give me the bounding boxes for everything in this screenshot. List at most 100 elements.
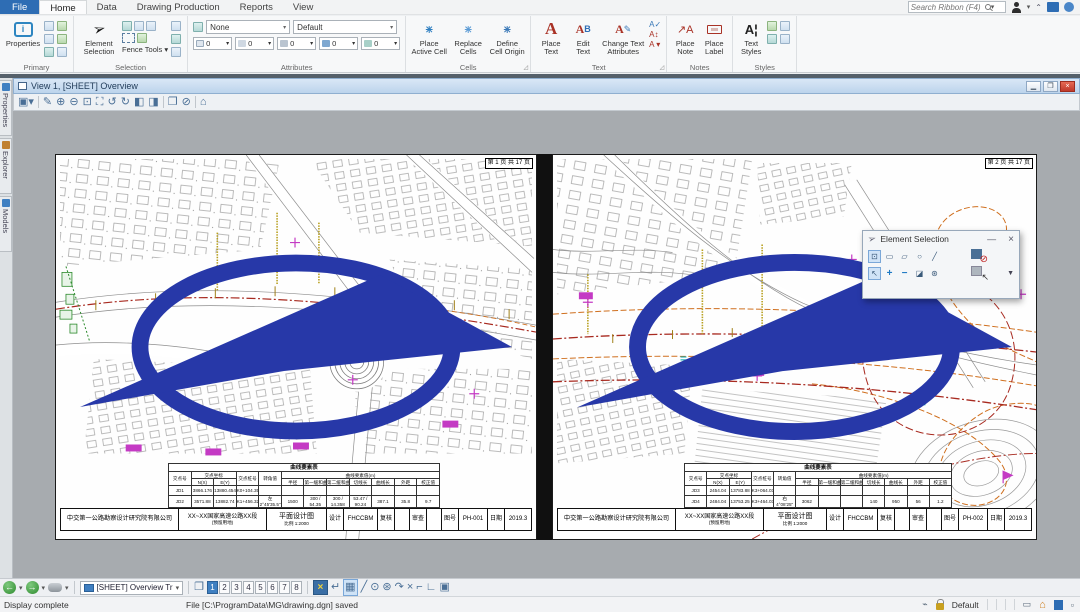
level-manager-icon[interactable] [57,47,67,57]
add-mode-icon[interactable]: + [883,267,896,280]
user-dropdown-icon[interactable]: ▾ [1027,3,1031,11]
view-adjust-icon[interactable]: ✎ [43,95,52,110]
element-template-combo[interactable]: None▾ [206,20,290,34]
references-icon[interactable] [44,47,54,57]
selection-set-icon[interactable]: ▭ [1023,599,1032,610]
lock-icon[interactable] [936,603,944,610]
paste-icon[interactable] [171,47,181,57]
snap-elbow-icon[interactable]: ↵ [331,580,340,595]
view-next-button[interactable]: → [26,581,39,594]
view-previous-icon[interactable]: ◧ [134,95,144,110]
view-title-bar[interactable]: View 1, [SHEET] Overview ▁ ❐ × [13,78,1080,94]
view-toggle-6[interactable]: 6 [267,581,278,594]
attach-tools-icon[interactable] [44,34,54,44]
place-active-cell-button[interactable]: +× Place Active Cell [411,18,447,61]
fence-status-icon[interactable]: ▫ [1071,600,1074,610]
fence-extra-icon[interactable] [137,33,147,43]
tab-drawing-production[interactable]: Drawing Production [127,0,230,14]
snap-settings-icon[interactable]: ⊛ [382,580,391,595]
active-tool-icon[interactable]: ⌁ [922,599,927,610]
dialog-expand-icon[interactable]: ▼ [1007,270,1014,277]
ribbon-search[interactable]: ▾ [908,1,1006,13]
select-line-icon[interactable]: ╱ [928,250,941,263]
place-label-button[interactable]: Place Label [701,18,727,61]
sheet-1[interactable]: 第 1 页 共 17 页 曲线要素表 交点号 交点坐标 交点桩号 转角值 曲线要… [55,154,537,540]
collapse-ribbon-icon[interactable]: ⌃ [1035,3,1042,12]
define-cell-origin-button[interactable]: +× Define Cell Origin [489,18,525,61]
tab-data[interactable]: Data [87,0,127,14]
view-toggle-4[interactable]: 4 [243,581,254,594]
copy-view-icon[interactable]: ❐ [168,95,178,110]
place-text-button[interactable]: A Place Text [536,18,566,61]
tab-reports[interactable]: Reports [230,0,283,14]
rotate-view-icon[interactable]: ↺ [108,95,117,110]
snap-origin-icon[interactable]: ▣ [440,580,450,595]
line-weight-combo[interactable]: 0▾ [277,37,316,50]
snap-tangent-icon[interactable]: ↷ [395,580,404,595]
select-shape-icon[interactable]: ▱ [898,250,911,263]
drawing-canvas[interactable]: 第 1 页 共 17 页 曲线要素表 交点号 交点坐标 交点桩号 转角值 曲线要… [13,111,1080,578]
view-toggle-8[interactable]: 8 [291,581,302,594]
dialog-close-icon[interactable]: × [1008,234,1014,245]
select-previous-icon[interactable] [146,21,156,31]
snap-intersection-icon[interactable]: × [407,580,413,595]
element-selection-dialog[interactable]: ➢ Element Selection — × ⊡ ▭ ▱ ○ ╱ [862,230,1020,299]
clip-volume-icon[interactable]: ⊘ [182,95,191,110]
color-combo[interactable]: 0▾ [193,37,232,50]
transparency-combo[interactable]: 0▾ [319,37,358,50]
line-style-combo[interactable]: 0▾ [235,37,274,50]
select-by-attributes-icon[interactable] [122,21,132,31]
replace-cells-button[interactable]: +× Replace Cells [450,18,486,61]
select-group-icon[interactable] [134,21,144,31]
priority-combo[interactable]: 0▾ [361,37,400,50]
view-close-button[interactable]: × [1060,81,1075,92]
view-previous-dropdown-icon[interactable]: ▾ [19,584,23,592]
window-area-icon[interactable]: ⊡ [83,95,92,110]
view-toggle-3[interactable]: 3 [231,581,242,594]
sidebar-tab-properties[interactable]: Properties [0,80,12,136]
tab-home[interactable]: Home [39,0,86,14]
dimension-styles-icon[interactable] [767,21,777,31]
sidebar-tab-explorer[interactable]: Explorer [0,138,12,194]
models-icon[interactable] [57,34,67,44]
explorer-icon[interactable] [57,21,67,31]
text-dialog-launcher-icon[interactable]: ◿ [660,64,665,71]
view-toggle-5[interactable]: 5 [255,581,266,594]
view-minimize-button[interactable]: ▁ [1026,81,1041,92]
text-glossary-icon[interactable]: A↕ [649,30,661,39]
sidebar-tab-models[interactable]: Models [0,196,12,252]
select-circle-icon[interactable]: ○ [913,250,926,263]
display-history-dropdown-icon[interactable]: ▾ [65,584,69,592]
default-tools-icon[interactable]: ⌂ [1039,599,1046,611]
change-text-attributes-button[interactable]: A✎ Change Text Attributes [600,18,646,61]
dialog-title-bar[interactable]: ➢ Element Selection — × [863,231,1019,247]
place-note-button[interactable]: ↗A Place Note [672,18,698,61]
select-individual-icon[interactable]: ⊡ [868,250,881,263]
active-level[interactable]: Default [952,600,979,610]
clear-mode-icon[interactable]: ⊛ [928,267,941,280]
view-group-icon[interactable]: ❐ [194,580,204,595]
keyin-icon[interactable] [44,21,54,31]
pan-view-icon[interactable]: ↻ [121,95,130,110]
view-toggle-1[interactable]: 1 [207,581,218,594]
disable-handles-icon[interactable]: ⊘ [971,249,987,263]
snap-pattern-icon[interactable]: ▦ [343,579,357,596]
element-templates-icon[interactable] [767,34,777,44]
view-next-icon[interactable]: ◨ [148,95,158,110]
cells-dialog-launcher-icon[interactable]: ◿ [524,64,529,71]
element-selection-button[interactable]: ➢ Element Selection [79,18,119,61]
pointer-mode-icon[interactable]: ↖ [868,267,881,280]
snap-perpendicular-icon[interactable]: ∟ [426,580,437,595]
view-menu-icon[interactable] [18,82,27,90]
spell-check-icon[interactable]: A✓ [649,20,661,29]
dialog-minimize-icon[interactable]: — [987,234,996,244]
view-selector[interactable]: [SHEET] Overview Tr ▾ [80,581,184,595]
select-all-icon[interactable]: ↖ [971,266,987,280]
view-restore-button[interactable]: ❐ [1043,81,1058,92]
snap-keypoint-icon[interactable]: ⌐ [416,580,422,595]
subtract-mode-icon[interactable]: − [898,267,911,280]
sheet-2[interactable]: 第 2 页 共 17 页 曲线要素表 交点号 交点坐标 交点桩号 转角值 曲线要… [552,154,1037,540]
invert-mode-icon[interactable]: ◪ [913,267,926,280]
connect-center-icon[interactable] [1047,2,1059,12]
tab-view[interactable]: View [283,0,323,14]
